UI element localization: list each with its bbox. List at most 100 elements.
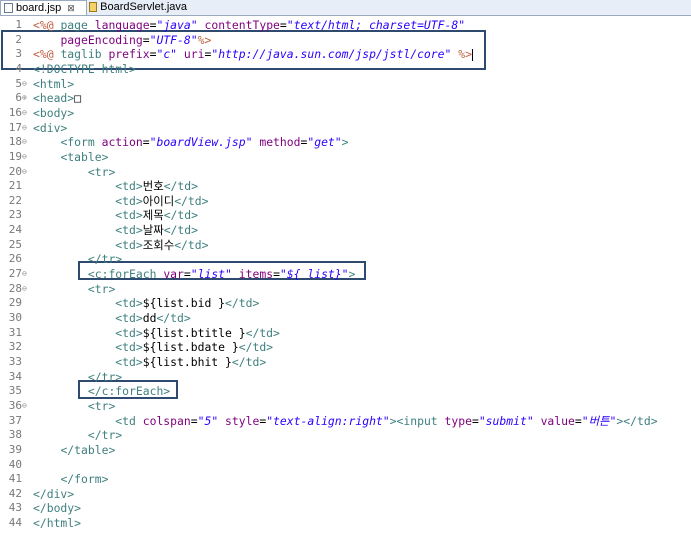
code-line[interactable]: 37 <td colspan="5" style="text-align:rig… <box>0 414 691 428</box>
code-line[interactable]: 33 <td>${list.bhit }</td> <box>0 355 691 369</box>
code-line[interactable]: 6 ⊕ <head>□ <box>0 91 691 105</box>
code-line[interactable]: 16 ⊖ <body> <box>0 106 691 120</box>
code-token: ${list.bhit } <box>142 354 232 369</box>
line-number: 20 <box>8 164 22 178</box>
tab-boardservlet-java[interactable]: BoardServlet.java <box>86 0 191 14</box>
code-line[interactable]: 23 <td>제목</td> <box>0 208 691 222</box>
code-token: <td> <box>115 193 143 208</box>
code-text: <!DOCTYPE html> <box>33 62 136 76</box>
code-line[interactable]: 3 <%@ taglib prefix="c" uri="http://java.… <box>0 47 691 61</box>
close-icon[interactable]: ⊠ <box>67 1 75 15</box>
code-token: value <box>540 413 575 428</box>
collapse-fold-icon[interactable]: ⊖ <box>22 135 30 149</box>
line-number: 35 <box>8 384 22 398</box>
code-token: "http://java.sun.com/jsp/jstl/core" <box>211 47 452 62</box>
line-number: 42 <box>8 486 22 500</box>
code-line[interactable]: 35 </c:forEach> <box>0 384 691 398</box>
code-text: <body> <box>33 106 74 120</box>
code-text: <td colspan="5" style="text-align:right"… <box>33 413 657 428</box>
collapse-fold-icon[interactable]: ⊖ <box>22 399 30 413</box>
expand-fold-icon[interactable]: ⊕ <box>22 91 30 105</box>
code-line[interactable]: 43 </body> <box>0 501 691 515</box>
code-line[interactable]: 42 </div> <box>0 487 691 501</box>
code-token: <td> <box>115 340 143 355</box>
code-editor[interactable]: 1 <%@ page language="java" contentType="t… <box>0 16 691 540</box>
code-line[interactable]: 39 </table> <box>0 443 691 457</box>
code-line[interactable]: 32 <td>${list.bdate }</td> <box>0 340 691 354</box>
code-line[interactable]: 5 ⊖ <html> <box>0 77 691 91</box>
code-token: 조회수 <box>142 237 175 252</box>
code-text: </tr> <box>33 428 122 442</box>
code-token: = <box>273 267 280 282</box>
line-number: 28 <box>8 281 22 295</box>
collapse-fold-icon[interactable]: ⊖ <box>22 282 30 296</box>
code-line[interactable]: 17 ⊖ <div> <box>0 121 691 135</box>
code-line[interactable]: 40 <box>0 458 691 472</box>
code-token: "버튼" <box>581 413 617 428</box>
code-line[interactable]: 28 ⊖ <tr> <box>0 282 691 296</box>
editor-tab-bar: board.jsp ⊠ BoardServlet.java <box>0 0 691 16</box>
code-token: ><input <box>389 413 445 428</box>
code-line[interactable]: 38 </tr> <box>0 428 691 442</box>
code-line[interactable]: 22 <td>아이디</td> <box>0 194 691 208</box>
code-text: <td>${list.bid }</td> <box>33 296 259 310</box>
code-line[interactable]: 34 </tr> <box>0 370 691 384</box>
code-line[interactable]: 29 <td>${list.bid }</td> <box>0 296 691 310</box>
code-token: "text-align:right" <box>266 413 390 428</box>
collapse-fold-icon[interactable]: ⊖ <box>22 121 30 135</box>
code-line[interactable]: 18 ⊖ <form action="boardView.jsp" method=… <box>0 135 691 149</box>
code-line[interactable]: 19 ⊖ <table> <box>0 150 691 164</box>
code-token: ${list.btitle } <box>142 325 246 340</box>
code-token: </html> <box>33 516 82 531</box>
code-token: <%@ <box>33 18 61 32</box>
code-line[interactable]: 4 <!DOCTYPE html> <box>0 62 691 76</box>
code-token: "java" <box>156 18 198 32</box>
collapse-fold-icon[interactable]: ⊖ <box>22 77 30 91</box>
code-line[interactable]: 2 pageEncoding="UTF-8"%> <box>0 33 691 47</box>
code-line[interactable]: 24 <td>날짜</td> <box>0 223 691 237</box>
code-token: <td> <box>115 208 143 223</box>
line-number: 24 <box>8 223 22 237</box>
code-line[interactable]: 41 </form> <box>0 472 691 486</box>
code-token: var <box>163 267 184 282</box>
code-line[interactable]: 1 <%@ page language="java" contentType="t… <box>0 18 691 32</box>
code-token: </td> <box>245 325 280 340</box>
line-number: 5 <box>15 76 22 90</box>
code-line[interactable]: 20 ⊖ <tr> <box>0 165 691 179</box>
collapse-fold-icon[interactable]: ⊖ <box>22 150 30 164</box>
code-line[interactable]: 21 <td>번호</td> <box>0 179 691 193</box>
code-token: "c" <box>156 47 178 62</box>
code-token: </c:forEach> <box>87 384 171 399</box>
code-line[interactable]: 44 </html> <box>0 516 691 530</box>
code-token: □ <box>74 91 82 106</box>
code-line[interactable]: 27 ⊖ <c:forEach var="list" items="${ list… <box>0 267 691 281</box>
code-token: <tr> <box>87 281 116 296</box>
code-line[interactable]: 31 <td>${list.btitle }</td> <box>0 326 691 340</box>
code-token: method <box>259 135 301 150</box>
code-token: <table> <box>60 149 109 164</box>
code-text: pageEncoding="UTF-8"%> <box>33 33 211 47</box>
code-line[interactable]: 30 <td>dd</td> <box>0 311 691 325</box>
code-text: </body> <box>33 501 81 515</box>
text-cursor <box>471 48 473 61</box>
collapse-fold-icon[interactable]: ⊖ <box>22 267 30 281</box>
code-line[interactable]: 26 </tr> <box>0 252 691 266</box>
code-text: <head>□ <box>33 91 81 105</box>
code-token: "UTF-8" <box>149 32 198 47</box>
code-line[interactable]: 36 ⊖ <tr> <box>0 399 691 413</box>
tab-board-jsp[interactable]: board.jsp ⊠ <box>0 0 87 15</box>
collapse-fold-icon[interactable]: ⊖ <box>22 106 30 120</box>
code-line[interactable]: 25 <td>조회수</td> <box>0 238 691 252</box>
collapse-fold-icon[interactable]: ⊖ <box>22 165 30 179</box>
code-token: </td> <box>163 208 198 223</box>
code-token: <td> <box>115 237 143 252</box>
tab-label: board.jsp <box>16 2 62 14</box>
code-token: ${list.bid } <box>142 296 226 311</box>
line-number: 25 <box>8 237 22 251</box>
